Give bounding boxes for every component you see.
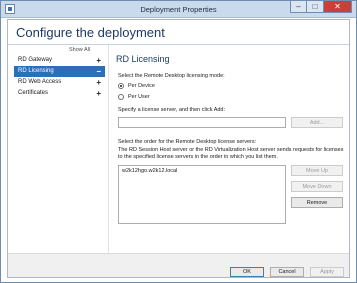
list-item[interactable]: w2k12hgo.w2k12.local bbox=[119, 166, 285, 176]
per-user-option[interactable]: Per User bbox=[118, 94, 150, 100]
expand-icon[interactable]: + bbox=[96, 77, 101, 88]
license-server-label: Specify a license server, and then click… bbox=[118, 107, 226, 113]
sidebar-item-label: RD Web Access bbox=[18, 79, 62, 85]
caption-buttons: – □ ✕ bbox=[290, 1, 352, 14]
server-order-description-line2: to the specified license servers in the … bbox=[118, 154, 278, 160]
expand-icon[interactable]: + bbox=[96, 55, 101, 66]
license-server-list[interactable]: w2k12hgo.w2k12.local bbox=[118, 165, 286, 224]
expand-icon[interactable]: + bbox=[96, 88, 101, 99]
licensing-mode-label: Select the Remote Desktop licensing mode… bbox=[118, 73, 225, 79]
per-device-radio[interactable] bbox=[118, 83, 124, 89]
server-order-description-line1: The RD Session Host server or the RD Vir… bbox=[118, 147, 344, 153]
sidebar-item-rd-web-access[interactable]: RD Web Access + bbox=[14, 77, 105, 88]
header-divider bbox=[8, 44, 349, 45]
move-up-button[interactable]: Move Up bbox=[291, 165, 343, 176]
page-title: Configure the deployment bbox=[16, 25, 165, 40]
per-user-label: Per User bbox=[128, 94, 150, 100]
sidebar-nav: RD Gateway + RD Licensing − RD Web Acces… bbox=[14, 55, 105, 99]
title-bar[interactable]: Deployment Properties – □ ✕ bbox=[1, 1, 356, 18]
per-device-option[interactable]: Per Device bbox=[118, 83, 155, 89]
per-user-radio[interactable] bbox=[118, 94, 124, 100]
move-down-button[interactable]: Move Down bbox=[291, 181, 343, 192]
license-server-input[interactable] bbox=[118, 117, 286, 128]
sidebar-item-rd-licensing[interactable]: RD Licensing − bbox=[14, 66, 105, 77]
collapse-icon[interactable]: − bbox=[96, 66, 101, 77]
add-button[interactable]: Add... bbox=[291, 117, 343, 128]
minimize-icon: – bbox=[296, 1, 301, 11]
maximize-icon: □ bbox=[312, 1, 318, 11]
sidebar-item-label: RD Gateway bbox=[18, 57, 53, 63]
remove-button[interactable]: Remove bbox=[291, 197, 343, 208]
sidebar-item-certificates[interactable]: Certificates + bbox=[14, 88, 105, 99]
apply-button[interactable]: Apply bbox=[310, 267, 344, 277]
show-all-link[interactable]: Show All bbox=[69, 47, 90, 53]
minimize-button[interactable]: – bbox=[290, 1, 307, 13]
dialog-client-area: Configure the deployment Show All RD Gat… bbox=[7, 19, 350, 278]
nav-divider bbox=[108, 45, 109, 253]
sidebar-item-label: Certificates bbox=[18, 90, 49, 96]
sidebar-item-label: RD Licensing bbox=[18, 68, 54, 74]
per-device-label: Per Device bbox=[128, 83, 155, 89]
maximize-button[interactable]: □ bbox=[307, 1, 324, 13]
section-title: RD Licensing bbox=[116, 54, 170, 64]
server-order-label: Select the order for the Remote Desktop … bbox=[118, 139, 257, 145]
close-icon: ✕ bbox=[334, 1, 341, 11]
cancel-button[interactable]: Cancel bbox=[270, 267, 304, 277]
deployment-properties-window: Deployment Properties – □ ✕ Configure th… bbox=[0, 0, 357, 283]
ok-button[interactable]: OK bbox=[230, 267, 264, 277]
sidebar-item-rd-gateway[interactable]: RD Gateway + bbox=[14, 55, 105, 66]
close-button[interactable]: ✕ bbox=[324, 1, 352, 13]
